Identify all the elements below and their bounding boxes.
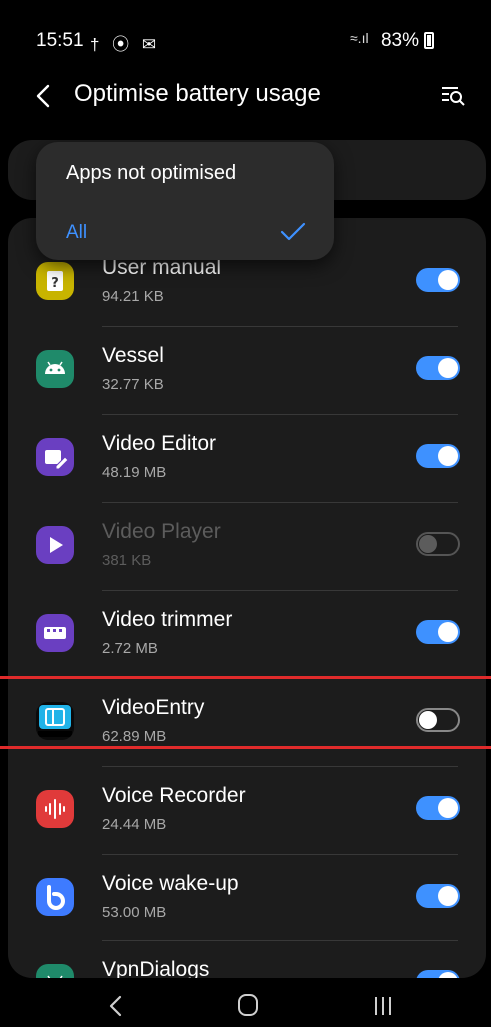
- toggle-knob: [419, 535, 437, 553]
- row-divider: [102, 854, 458, 855]
- app-name: Vessel: [102, 344, 164, 367]
- app-name: VpnDialogs: [102, 958, 210, 978]
- toggle-knob: [438, 358, 458, 378]
- row-divider: [102, 326, 458, 327]
- battery-optimise-toggle[interactable]: [416, 532, 460, 556]
- app-size: 2.72 MB: [102, 640, 158, 657]
- battery-optimise-toggle[interactable]: [416, 796, 460, 820]
- bixby-icon: [36, 878, 74, 916]
- app-row[interactable]: Vessel 32.77 KB: [8, 326, 486, 414]
- dropdown-option-apps-not-optimised[interactable]: Apps not optimised: [66, 162, 236, 185]
- row-divider: [102, 414, 458, 415]
- user-manual-icon: ?: [36, 262, 74, 300]
- toggle-knob: [438, 886, 458, 906]
- notification-icons: † ⦿ ✉: [90, 35, 161, 54]
- dropdown-option-all[interactable]: All: [66, 222, 87, 244]
- toggle-knob: [438, 270, 458, 290]
- toggle-knob: [438, 446, 458, 466]
- svg-text:?: ?: [51, 276, 59, 291]
- row-divider: [102, 502, 458, 503]
- toggle-knob: [438, 972, 458, 978]
- app-name: Voice Recorder: [102, 784, 246, 807]
- battery-optimise-toggle[interactable]: [416, 884, 460, 908]
- app-name: Video Editor: [102, 432, 217, 455]
- voice-recorder-icon: [36, 790, 74, 828]
- toggle-knob: [438, 622, 458, 642]
- app-size: 24.44 MB: [102, 816, 167, 833]
- video-editor-icon: [36, 438, 74, 476]
- battery-optimise-toggle[interactable]: [416, 708, 460, 732]
- app-row[interactable]: Voice wake-up 53.00 MB: [8, 854, 486, 942]
- battery-optimise-toggle[interactable]: [416, 444, 460, 468]
- wifi-signal-icon: ≈.ıl: [350, 30, 369, 46]
- app-name: Video Player: [102, 520, 221, 543]
- page-title: Optimise battery usage: [74, 80, 321, 107]
- nav-recent-apps-icon[interactable]: [372, 996, 394, 1016]
- app-row[interactable]: VideoEntry 62.89 MB: [8, 678, 486, 766]
- toggle-knob: [419, 711, 437, 729]
- video-trimmer-icon: [36, 614, 74, 652]
- android-icon: [36, 350, 74, 388]
- battery-percent: 83%: [380, 30, 419, 51]
- row-divider: [102, 940, 458, 941]
- highlight-top-line: [0, 676, 491, 679]
- app-size: 53.00 MB: [102, 904, 167, 921]
- app-name: Video trimmer: [102, 608, 233, 631]
- app-row[interactable]: Voice Recorder 24.44 MB: [8, 766, 486, 854]
- app-size: 32.77 KB: [102, 376, 164, 393]
- battery-icon: [424, 32, 434, 49]
- battery-optimise-toggle[interactable]: [416, 268, 460, 292]
- app-row[interactable]: VpnDialogs: [8, 940, 486, 978]
- back-icon[interactable]: [28, 78, 58, 114]
- app-size: 48.19 MB: [102, 464, 167, 481]
- toggle-knob: [438, 798, 458, 818]
- play-icon: [36, 526, 74, 564]
- app-size: 381 KB: [102, 552, 152, 569]
- row-divider: [102, 766, 458, 767]
- highlight-bottom-line: [0, 746, 491, 749]
- nav-home-icon[interactable]: [238, 994, 258, 1016]
- row-divider: [102, 590, 458, 591]
- android-icon: [36, 964, 74, 978]
- app-size: 62.89 MB: [102, 728, 167, 745]
- app-list: ? User manual 94.21 KB Vessel 32.77 KB Video …: [8, 218, 486, 978]
- nav-back-icon[interactable]: [106, 994, 126, 1018]
- check-icon: [280, 222, 306, 241]
- battery-optimise-toggle[interactable]: [416, 620, 460, 644]
- battery-optimise-toggle[interactable]: [416, 356, 460, 380]
- app-row[interactable]: Video Editor 48.19 MB: [8, 414, 486, 502]
- app-row[interactable]: Video trimmer 2.72 MB: [8, 590, 486, 678]
- search-filter-icon[interactable]: [440, 84, 466, 106]
- status-time: 15:51: [36, 30, 84, 51]
- app-size: 94.21 KB: [102, 288, 164, 305]
- filter-dropdown: Apps not optimised All: [36, 142, 334, 260]
- videoentry-icon: [36, 702, 74, 740]
- app-name: VideoEntry: [102, 696, 205, 719]
- app-row[interactable]: Video Player 381 KB: [8, 502, 486, 590]
- battery-optimise-toggle[interactable]: [416, 970, 460, 978]
- app-name: Voice wake-up: [102, 872, 239, 895]
